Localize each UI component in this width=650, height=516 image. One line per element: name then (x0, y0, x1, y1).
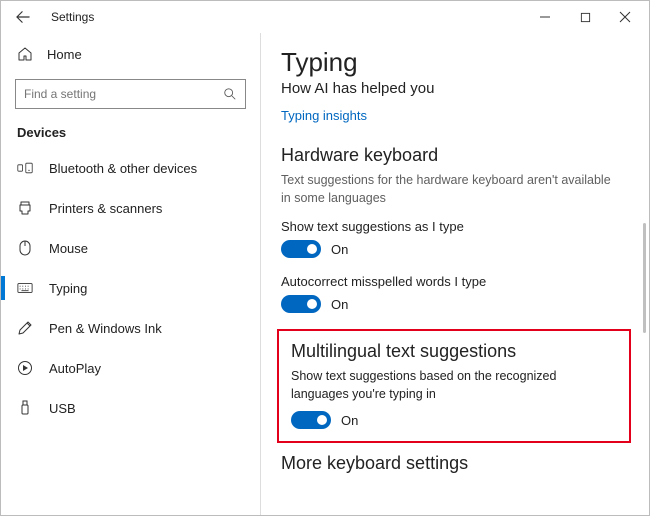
toggle-show-suggestions[interactable] (281, 240, 321, 258)
sidebar-item-home[interactable]: Home (1, 37, 260, 71)
toggle-autocorrect[interactable] (281, 295, 321, 313)
sidebar-item-mouse[interactable]: Mouse (1, 228, 260, 268)
sidebar-item-label: Printers & scanners (49, 201, 162, 216)
content-pane: Typing How AI has helped you Typing insi… (261, 33, 649, 515)
sidebar-item-typing[interactable]: Typing (1, 268, 260, 308)
bluetooth-icon (17, 160, 33, 176)
setting-show-suggestions-label: Show text suggestions as I type (281, 219, 635, 234)
typing-insights-link[interactable]: Typing insights (281, 108, 367, 123)
toggle-state: On (331, 242, 348, 257)
close-icon (619, 11, 631, 23)
minimize-icon (539, 11, 551, 23)
printer-icon (17, 200, 33, 216)
page-title: Typing (281, 47, 635, 78)
sidebar-item-bluetooth[interactable]: Bluetooth & other devices (1, 148, 260, 188)
sidebar-home-label: Home (47, 47, 82, 62)
window-title: Settings (51, 10, 94, 24)
keyboard-icon (17, 280, 33, 296)
sidebar-item-pen[interactable]: Pen & Windows Ink (1, 308, 260, 348)
section-more-keyboard: More keyboard settings (281, 453, 635, 474)
toggle-state: On (331, 297, 348, 312)
back-button[interactable] (9, 3, 37, 31)
setting-autocorrect-label: Autocorrect misspelled words I type (281, 274, 635, 289)
highlight-multilingual: Multilingual text suggestions Show text … (277, 329, 631, 443)
maximize-button[interactable] (565, 3, 605, 31)
search-field[interactable] (24, 87, 217, 101)
autoplay-icon (17, 360, 33, 376)
sidebar-item-usb[interactable]: USB (1, 388, 260, 428)
hardware-keyboard-desc: Text suggestions for the hardware keyboa… (281, 172, 621, 207)
section-hardware-keyboard: Hardware keyboard (281, 145, 635, 166)
sidebar-group-header: Devices (1, 121, 260, 148)
toggle-state: On (341, 413, 358, 428)
section-multilingual: Multilingual text suggestions (291, 341, 617, 362)
arrow-left-icon (16, 10, 30, 24)
toggle-multilingual[interactable] (291, 411, 331, 429)
scrollbar[interactable] (643, 223, 646, 333)
maximize-icon (580, 12, 591, 23)
sidebar-item-autoplay[interactable]: AutoPlay (1, 348, 260, 388)
search-input[interactable] (15, 79, 246, 109)
close-button[interactable] (605, 3, 645, 31)
sidebar-item-label: Mouse (49, 241, 88, 256)
sidebar-item-label: AutoPlay (49, 361, 101, 376)
titlebar: Settings (1, 1, 649, 33)
multilingual-desc: Show text suggestions based on the recog… (291, 368, 617, 403)
mouse-icon (17, 240, 33, 256)
sidebar-item-printers[interactable]: Printers & scanners (1, 188, 260, 228)
home-icon (17, 46, 33, 62)
search-icon (223, 87, 237, 101)
sidebar-item-label: Typing (49, 281, 87, 296)
sidebar-item-label: Bluetooth & other devices (49, 161, 197, 176)
pen-icon (17, 320, 33, 336)
sidebar-item-label: USB (49, 401, 76, 416)
sidebar: Home Devices Bluetooth & other devices (1, 33, 261, 515)
page-subtitle: How AI has helped you (281, 80, 635, 97)
usb-icon (17, 400, 33, 416)
minimize-button[interactable] (525, 3, 565, 31)
sidebar-item-label: Pen & Windows Ink (49, 321, 162, 336)
